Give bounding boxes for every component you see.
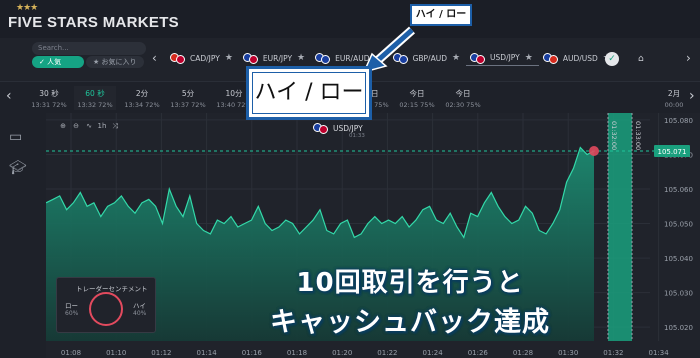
check-icon[interactable]: ✓: [605, 52, 619, 66]
expiry-option[interactable]: 60 秒 13:32 72%: [74, 86, 116, 110]
star-icon[interactable]: ★: [297, 53, 305, 63]
expiry-option[interactable]: 2分 13:34 72%: [121, 88, 163, 109]
expiry-payout: 13:34 72%: [124, 101, 160, 109]
x-tick-label: 01:34: [649, 349, 670, 357]
home-icon[interactable]: ⌂: [638, 54, 644, 64]
cashback-line-1: 10回取引を行うと: [296, 268, 524, 298]
star-icon[interactable]: ★: [225, 53, 233, 63]
expiry-option[interactable]: 5分 13:37 72%: [167, 88, 209, 109]
expiry-option[interactable]: 今日 02:30 75%: [442, 88, 484, 109]
star-icon[interactable]: ★: [525, 53, 533, 63]
y-tick-label: 105.080: [664, 117, 693, 125]
expiry-time: 2月: [667, 89, 681, 98]
x-tick-label: 01:16: [242, 349, 263, 357]
y-tick-label: 105.060: [664, 186, 693, 194]
expiry-option[interactable]: 30 秒 13:31 72%: [28, 88, 70, 109]
x-tick-label: 01:14: [197, 349, 218, 357]
expiry-time: 今日: [409, 89, 425, 98]
x-tick-label: 01:22: [377, 349, 397, 357]
x-tick-label: 01:26: [468, 349, 489, 357]
chart-toolbar: ⊕ ⊖ ∿ 1h ⤨: [58, 122, 120, 131]
zoom-in-icon[interactable]: ⊕: [58, 122, 68, 131]
indicator-icon[interactable]: ∿: [84, 122, 94, 131]
timeframe-button[interactable]: 1h: [97, 122, 107, 131]
x-tick-label: 01:30: [558, 349, 578, 357]
current-price-label: 105.071: [658, 148, 687, 156]
x-tick-label: 01:08: [61, 349, 81, 357]
star-icon[interactable]: ★: [452, 53, 460, 63]
asset-item[interactable]: USD/JPY ★: [466, 50, 539, 66]
education-icon[interactable]: 🎓︎: [9, 160, 27, 176]
expiry-payout: 13:37 72%: [170, 101, 206, 109]
tab-favorites-label: お気に入り: [101, 58, 137, 66]
cashback-line-2: キャッシュバック達成: [270, 307, 550, 338]
tab-favorites[interactable]: ★ お気に入り: [86, 56, 144, 68]
logo-stars: ★★★: [16, 3, 38, 13]
tab-popular[interactable]: ✓ 人気: [32, 56, 84, 68]
expiry-time: 2分: [135, 89, 149, 98]
trading-screen: ★★★ FIVE STARS MARKETS Search... ✓ 人気 ★ …: [0, 0, 700, 358]
logo-text: FIVE STARS MARKETS: [8, 14, 179, 31]
currency-flags-icon: [542, 52, 559, 64]
tab-popular-label: 人気: [47, 58, 62, 66]
asset-label: AUD/USD: [562, 53, 598, 63]
vline-label: 01:33:00: [634, 121, 642, 150]
asset-filter-tabs: ✓ 人気 ★ お気に入り: [32, 56, 144, 68]
y-tick-label: 105.050: [664, 221, 693, 229]
expiry-time: 今日: [455, 89, 471, 98]
expiry-payout: 13:32 72%: [77, 101, 113, 109]
currency-flags-icon: [242, 52, 259, 64]
callout-big: ハイ / ロー: [246, 66, 372, 120]
x-tick-label: 01:10: [106, 349, 126, 357]
zoom-out-icon[interactable]: ⊖: [71, 122, 81, 131]
expiry-payout: 13:31 72%: [31, 101, 67, 109]
assets-prev-icon[interactable]: ‹: [152, 51, 157, 65]
expiry-time: 60 秒: [85, 89, 105, 98]
x-tick-label: 01:20: [332, 349, 352, 357]
fullscreen-icon[interactable]: ⤨: [110, 122, 120, 131]
expiry-payout: 02:30 75%: [445, 101, 481, 109]
currency-flags-icon: [470, 52, 486, 64]
expiry-payout: 00:00: [664, 101, 684, 109]
callout-small-label: ハイ / ロー: [410, 4, 472, 26]
chart-asset-label: USD/JPY 01:33: [313, 122, 365, 139]
expiry-option[interactable]: 2月 00:00: [654, 88, 694, 109]
current-price-marker: [589, 146, 599, 156]
x-tick-label: 01:24: [423, 349, 444, 357]
chart-asset-name: USD/JPY: [333, 123, 363, 133]
asset-item[interactable]: CAD/JPY ★: [166, 50, 239, 66]
expiry-next-icon[interactable]: ›: [689, 88, 695, 104]
assets-next-icon[interactable]: ›: [686, 51, 691, 65]
wallet-icon[interactable]: ▭: [9, 129, 22, 145]
currency-flags-icon: [170, 52, 186, 64]
header: ★★★ FIVE STARS MARKETS: [0, 0, 700, 38]
expiry-time: 30 秒: [39, 89, 59, 98]
x-tick-label: 01:28: [513, 349, 533, 357]
asset-label: CAD/JPY: [190, 53, 220, 63]
chart-asset-time: 01:33: [349, 133, 365, 139]
expiry-payout: 02:15 75%: [399, 101, 435, 109]
asset-item[interactable]: EUR/JPY ★: [239, 50, 311, 66]
expiry-time: 5分: [181, 89, 195, 98]
logo[interactable]: ★★★ FIVE STARS MARKETS: [8, 4, 179, 32]
callout-big-label: ハイ / ロー: [252, 72, 366, 114]
usd-jpy-flags-icon: [313, 122, 329, 134]
x-tick-label: 01:18: [287, 349, 307, 357]
vline-label: 01:32:00: [610, 121, 618, 150]
search-input[interactable]: Search...: [32, 42, 146, 55]
x-tick-label: 01:32: [603, 349, 623, 357]
x-tick-label: 01:12: [151, 349, 171, 357]
currency-flags-icon: [315, 52, 331, 64]
expiry-prev-icon[interactable]: ‹: [6, 88, 12, 104]
asset-label: EUR/JPY: [262, 53, 293, 63]
asset-label: USD/JPY: [490, 53, 520, 62]
expiry-option[interactable]: 今日 02:15 75%: [396, 88, 438, 109]
